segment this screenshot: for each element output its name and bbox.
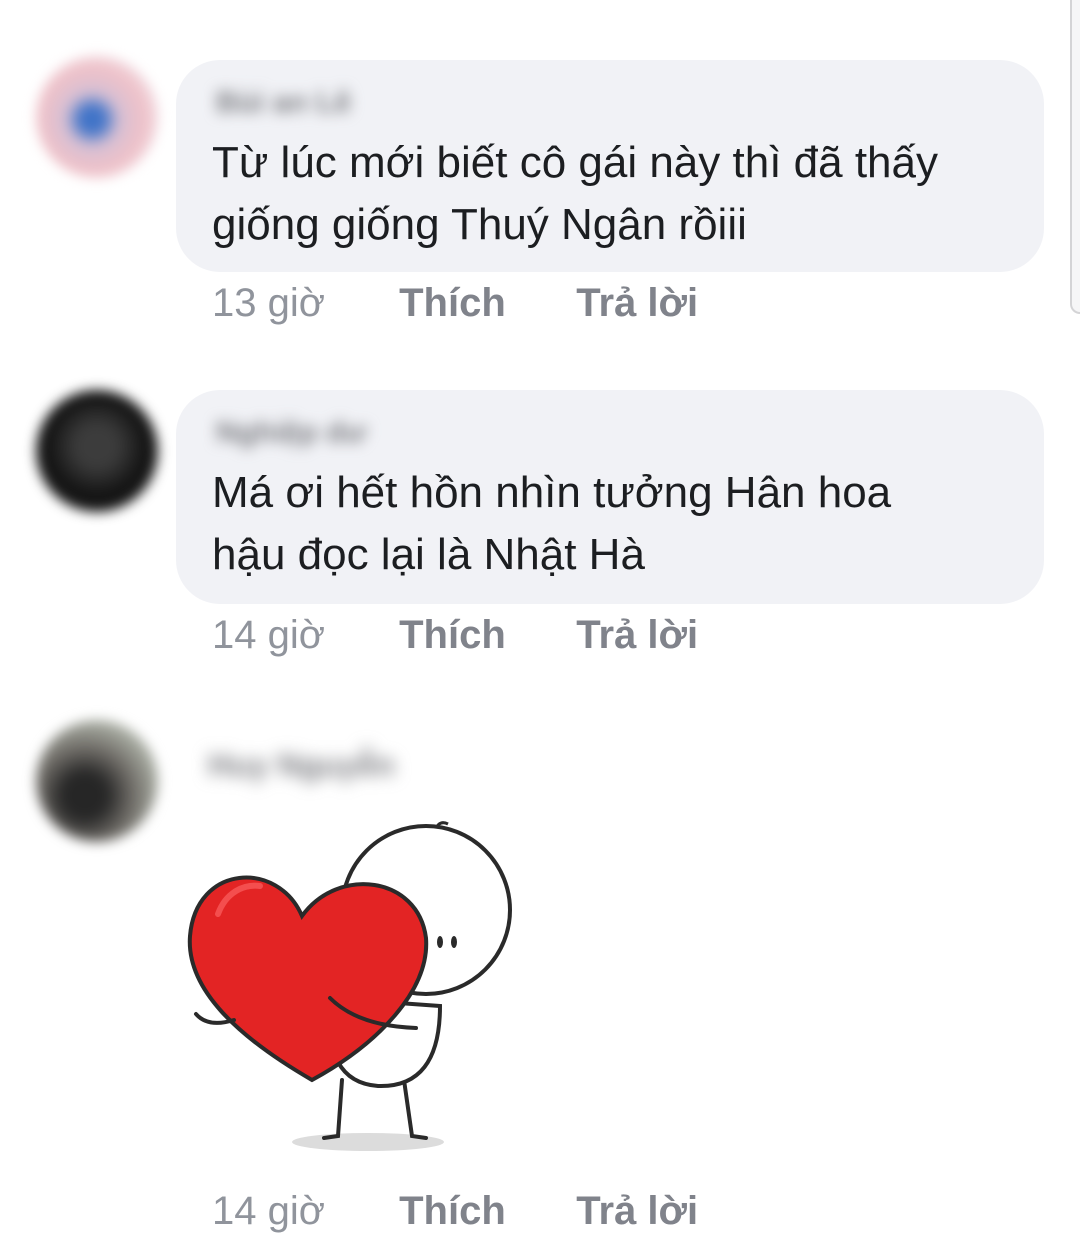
avatar[interactable] <box>36 720 158 842</box>
comment-text: Từ lúc mới biết cô gái này thì đã thấy g… <box>212 132 1014 256</box>
comment-time[interactable]: 14 giờ <box>212 610 388 660</box>
reply-button[interactable]: Trả lời <box>576 610 698 660</box>
comment-time[interactable]: 13 giờ <box>212 278 388 328</box>
comment-text-line: hậu đọc lại là Nhật Hà <box>212 530 645 579</box>
comment-meta: 14 giờ Thích Trả lời <box>212 610 698 660</box>
heart-hug-sticker[interactable] <box>182 818 518 1178</box>
comment-time[interactable]: 14 giờ <box>212 1186 388 1236</box>
sticker-eye <box>437 936 443 948</box>
like-button[interactable]: Thích <box>399 278 565 328</box>
comment-meta: 13 giờ Thích Trả lời <box>212 278 698 328</box>
comment-author[interactable]: Bùi an Lê <box>216 84 351 122</box>
comment-text: Má ơi hết hồn nhìn tưởng Hân hoa hậu đọc… <box>212 462 1014 586</box>
like-button[interactable]: Thích <box>399 610 565 660</box>
avatar[interactable] <box>36 56 158 178</box>
sticker-legs <box>322 1078 428 1140</box>
avatar[interactable] <box>36 390 158 512</box>
comments-page: Bùi an Lê Từ lúc mới biết cô gái này thì… <box>0 0 1080 1256</box>
sticker-eye <box>451 936 457 948</box>
like-button[interactable]: Thích <box>399 1186 565 1236</box>
comment-bubble[interactable]: Bùi an Lê Từ lúc mới biết cô gái này thì… <box>176 60 1044 272</box>
reply-button[interactable]: Trả lời <box>576 278 698 328</box>
comment-text-line: Má ơi hết hồn nhìn tưởng Hân hoa <box>212 468 892 517</box>
comment-text-line: giống giống Thuý Ngân rồiii <box>212 200 747 249</box>
scrollbar-edge[interactable] <box>1070 0 1080 314</box>
comment-text-line: Từ lúc mới biết cô gái này thì đã thấy <box>212 138 938 187</box>
comment-bubble[interactable]: Nghiệp dư Má ơi hết hồn nhìn tưởng Hân h… <box>176 390 1044 604</box>
comment-author[interactable]: Huy Nguyễn <box>208 742 458 788</box>
reply-button[interactable]: Trả lời <box>576 1186 698 1236</box>
comment-author[interactable]: Nghiệp dư <box>216 414 366 452</box>
comment-meta: 14 giờ Thích Trả lời <box>212 1186 698 1236</box>
